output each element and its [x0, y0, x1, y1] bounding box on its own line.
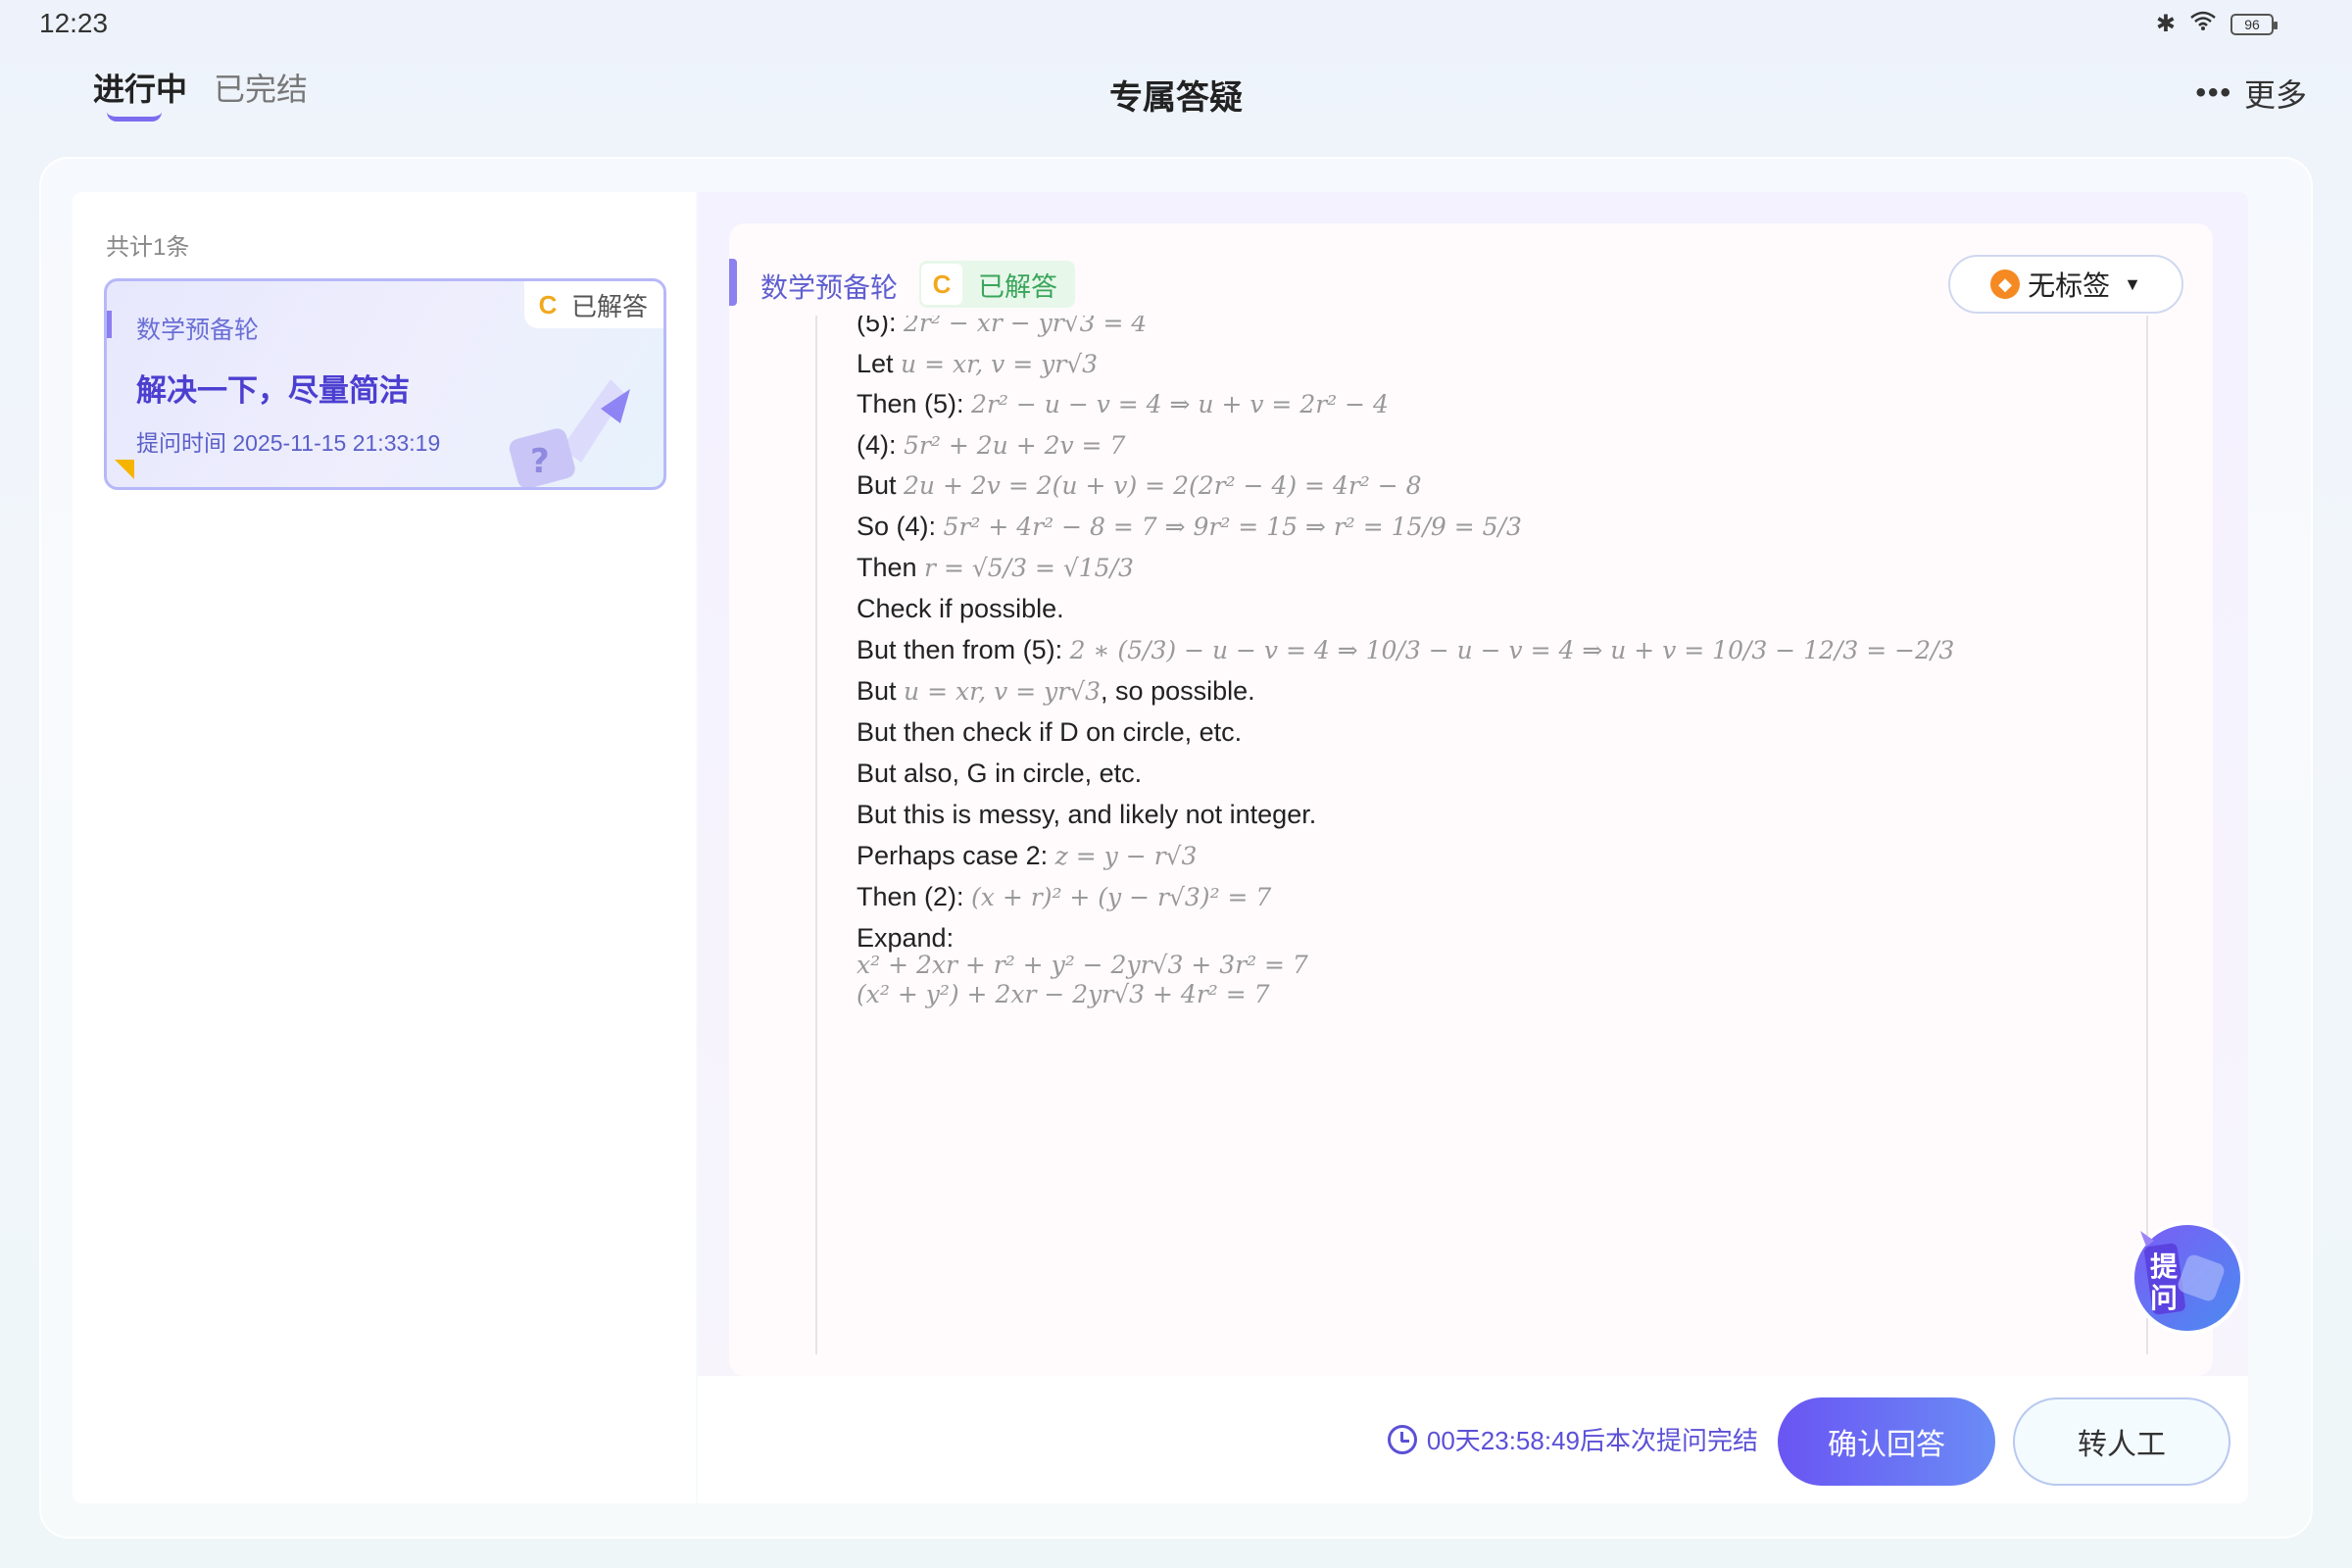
question-deco-icon: ? [509, 379, 630, 487]
answer-line-text: But this is messy, and likely not intege… [857, 800, 1317, 829]
answer-line-suffix: , so possible. [1101, 676, 1255, 706]
status-badge: C 已解答 [523, 281, 663, 328]
answer-line: Then r = √5/3 = √15/3 [857, 553, 1134, 583]
answer-line-text: But [857, 676, 905, 706]
answer-line-math: 2 ∗ (5/3) − u − v = 4 ⇒ 10/3 − u − v = 4… [1069, 636, 1955, 664]
action-bar: 00天23:58:49后本次提问完结 确认回答 转人工 [698, 1376, 2248, 1503]
card-corner-mark [115, 460, 134, 479]
countdown-text: 00天23:58:49后本次提问完结 [1426, 1426, 1758, 1455]
answer-line: (5): 2r² − xr − yr√3 = 4 [857, 316, 1147, 338]
answer-line: Then (5): 2r² − u − v = 4 ⇒ u + v = 2r² … [857, 389, 1389, 419]
answer-body[interactable]: (5): 2r² − xr − yr√3 = 4 Let u = xr, v = … [815, 316, 2148, 1354]
answer-line: Let u = xr, v = yr√3 [857, 349, 1098, 379]
more-button[interactable]: ••• 更多 [2195, 71, 2307, 116]
status-icons: ✱ 96 [2155, 10, 2278, 38]
answer-line: But then from (5): 2 ∗ (5/3) − u − v = 4… [857, 635, 1954, 665]
answer-header: 数学预备轮 C 已解答 ◆ 无标签 ▼ [729, 223, 2213, 314]
answer-line: But also, G in circle, etc. [857, 759, 1142, 789]
countdown: 00天23:58:49后本次提问完结 [1387, 1421, 1758, 1457]
transfer-human-button[interactable]: 转人工 [2013, 1397, 2230, 1486]
answer-line-text: Then (2): [857, 882, 972, 911]
caret-down-icon: ▼ [2124, 273, 2141, 294]
answer-line-math: u = xr, v = yr√3 [904, 677, 1102, 706]
answer-line-math: 5r² + 2u + 2v = 7 [904, 431, 1126, 460]
more-dots-icon: ••• [2195, 76, 2232, 109]
card-title: 解决一下，尽量简洁 [136, 373, 410, 408]
page-title: 专属答疑 [1109, 79, 1243, 117]
grade-c-icon: C [538, 289, 558, 319]
answer-line: So (4): 5r² + 4r² − 8 = 7 ⇒ 9r² = 15 ⇒ r… [857, 512, 1522, 542]
question-card[interactable]: 数学预备轮 C 已解答 解决一下，尽量简洁 提问时间 2025-11-15 21… [104, 278, 666, 490]
top-nav: 进行中 已完结 专属答疑 ••• 更多 [0, 49, 2352, 147]
answer-line-text: Check if possible. [857, 594, 1064, 623]
answer-line-math: (x + r)² + (y − r√3)² = 7 [971, 883, 1272, 911]
answer-status-text: 已解答 [978, 271, 1057, 302]
answer-status-badge: C 已解答 [919, 261, 1075, 308]
answer-line: But 2u + 2v = 2(u + v) = 2(2r² − 4) = 4r… [857, 470, 1422, 501]
ask-float-button[interactable]: 提 问 [2121, 1211, 2248, 1339]
status-bar: 12:23 ✱ 96 [0, 0, 2352, 49]
answer-line: Then (2): (x + r)² + (y − r√3)² = 7 [857, 882, 1271, 912]
answer-line-text: Then [857, 553, 925, 582]
answer-line-math: 2u + 2v = 2(u + v) = 2(2r² − 4) = 4r² − … [904, 471, 1422, 500]
expand-block: x² + 2xr + r² + y² − 2yr√3 + 3r² = 7 (x² … [857, 951, 1308, 1009]
tag-icon: ◆ [1990, 270, 2021, 299]
question-list: 共计1条 数学预备轮 C 已解答 解决一下，尽量简洁 提问时间 2025-11-… [73, 192, 696, 1503]
expand-math-line: x² + 2xr + r² + y² − 2yr√3 + 3r² = 7 [857, 951, 1308, 979]
answer-line-math: 2r² − u − v = 4 ⇒ u + v = 2r² − 4 [971, 390, 1389, 418]
question-count: 共计1条 [106, 234, 190, 261]
answer-line-text: But [857, 470, 905, 500]
answer-line: But this is messy, and likely not intege… [857, 800, 1316, 830]
answer-accent-stripe [729, 259, 737, 306]
answer-line-text: Perhaps case 2: [857, 841, 1055, 870]
answer-line-math: r = √5/3 = √15/3 [924, 554, 1134, 582]
grade-c-icon: C [919, 262, 964, 307]
status-time: 12:23 [39, 8, 109, 38]
ask-label-bottom: 问 [2150, 1282, 2178, 1314]
answer-line: Check if possible. [857, 594, 1064, 624]
wifi-icon [2189, 10, 2217, 38]
answer-line: Perhaps case 2: z = y − r√3 [857, 841, 1197, 871]
battery-icon: 96 [2230, 13, 2278, 35]
svg-text:?: ? [530, 442, 550, 481]
answer-line-math: z = y − r√3 [1054, 842, 1198, 870]
answer-line-text: (4): [857, 430, 905, 460]
tag-label: 无标签 [2028, 270, 2111, 301]
expand-math-line: (x² + y²) + 2xr − 2yr√3 + 4r² = 7 [857, 980, 1270, 1008]
answer-line-text: Then (5): [857, 389, 972, 418]
answer-line-text: Let [857, 349, 902, 378]
ask-label-top: 提 [2150, 1250, 2179, 1283]
answer-line-math: 2r² − xr − yr√3 = 4 [904, 316, 1148, 337]
card-accent-stripe [107, 311, 112, 338]
answer-line-text: (5): [857, 316, 905, 337]
answer-line: But then check if D on circle, etc. [857, 717, 1242, 748]
confirm-answer-button[interactable]: 确认回答 [1778, 1397, 1995, 1486]
answer-line-math: 5r² + 4r² − 8 = 7 ⇒ 9r² = 15 ⇒ r² = 15/9… [943, 513, 1522, 541]
answer-card: 数学预备轮 C 已解答 ◆ 无标签 ▼ (5): 2r² − xr − yr√3… [729, 223, 2213, 1376]
answer-line: (4): 5r² + 2u + 2v = 7 [857, 430, 1125, 461]
answer-subject: 数学预备轮 [760, 272, 899, 303]
status-text: 已解答 [570, 291, 648, 321]
card-subject: 数学预备轮 [136, 317, 260, 344]
clock-icon [1387, 1424, 1417, 1454]
answer-line: But u = xr, v = yr√3, so possible. [857, 676, 1255, 707]
answer-line-math: u = xr, v = yr√3 [901, 350, 1099, 378]
answer-line-text: Expand: [857, 923, 955, 953]
card-time: 提问时间 2025-11-15 21:33:19 [136, 430, 441, 456]
bluetooth-icon: ✱ [2155, 11, 2176, 37]
more-label: 更多 [2243, 77, 2307, 113]
answer-line-text: But also, G in circle, etc. [857, 759, 1143, 788]
tag-dropdown[interactable]: ◆ 无标签 ▼ [1948, 255, 2183, 314]
answer-panel: 数学预备轮 C 已解答 ◆ 无标签 ▼ (5): 2r² − xr − yr√3… [698, 192, 2248, 1503]
answer-line-text: But then check if D on circle, etc. [857, 717, 1243, 747]
ask-bubble-icon: 提 问 [2131, 1221, 2244, 1335]
answer-line: Expand: [857, 923, 954, 954]
answer-line-text: So (4): [857, 512, 944, 541]
answer-line-text: But then from (5): [857, 635, 1070, 664]
